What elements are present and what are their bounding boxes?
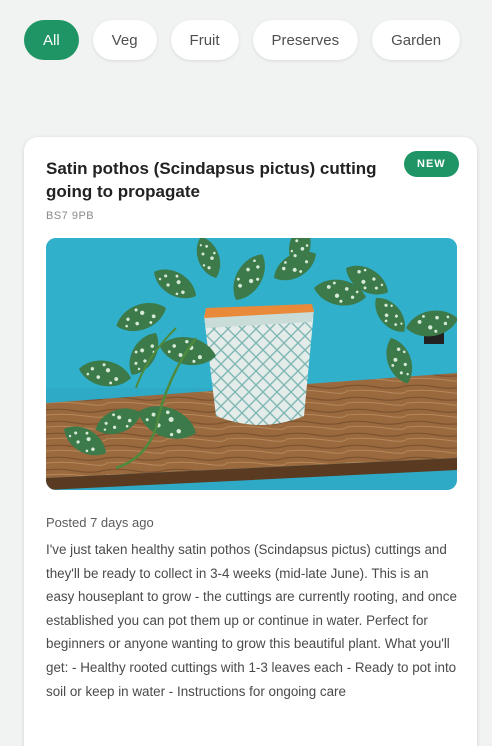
new-badge: NEW <box>404 151 459 177</box>
filter-chip-fruit[interactable]: Fruit <box>170 20 239 60</box>
filter-chip-preserves[interactable]: Preserves <box>252 20 359 60</box>
category-filter-bar: All Veg Fruit Preserves Garden <box>24 20 474 60</box>
listing-title-line2: going to propagate <box>46 182 200 201</box>
listing-postcode: BS7 9PB <box>46 210 95 222</box>
filter-chip-garden[interactable]: Garden <box>372 20 461 60</box>
posted-timestamp: Posted 7 days ago <box>46 515 154 530</box>
listing-title-line1: Satin pothos (Scindapsus pictus) cutting <box>46 159 377 178</box>
listing-photo[interactable] <box>46 238 457 490</box>
filter-chip-veg[interactable]: Veg <box>92 20 157 60</box>
listing-description: I've just taken healthy satin pothos (Sc… <box>46 542 457 699</box>
listing-title: Satin pothos (Scindapsus pictus) cutting… <box>46 157 391 203</box>
filter-chip-all[interactable]: All <box>24 20 79 60</box>
plant-photo-illustration <box>46 238 457 490</box>
listing-card[interactable]: Satin pothos (Scindapsus pictus) cutting… <box>24 137 477 746</box>
